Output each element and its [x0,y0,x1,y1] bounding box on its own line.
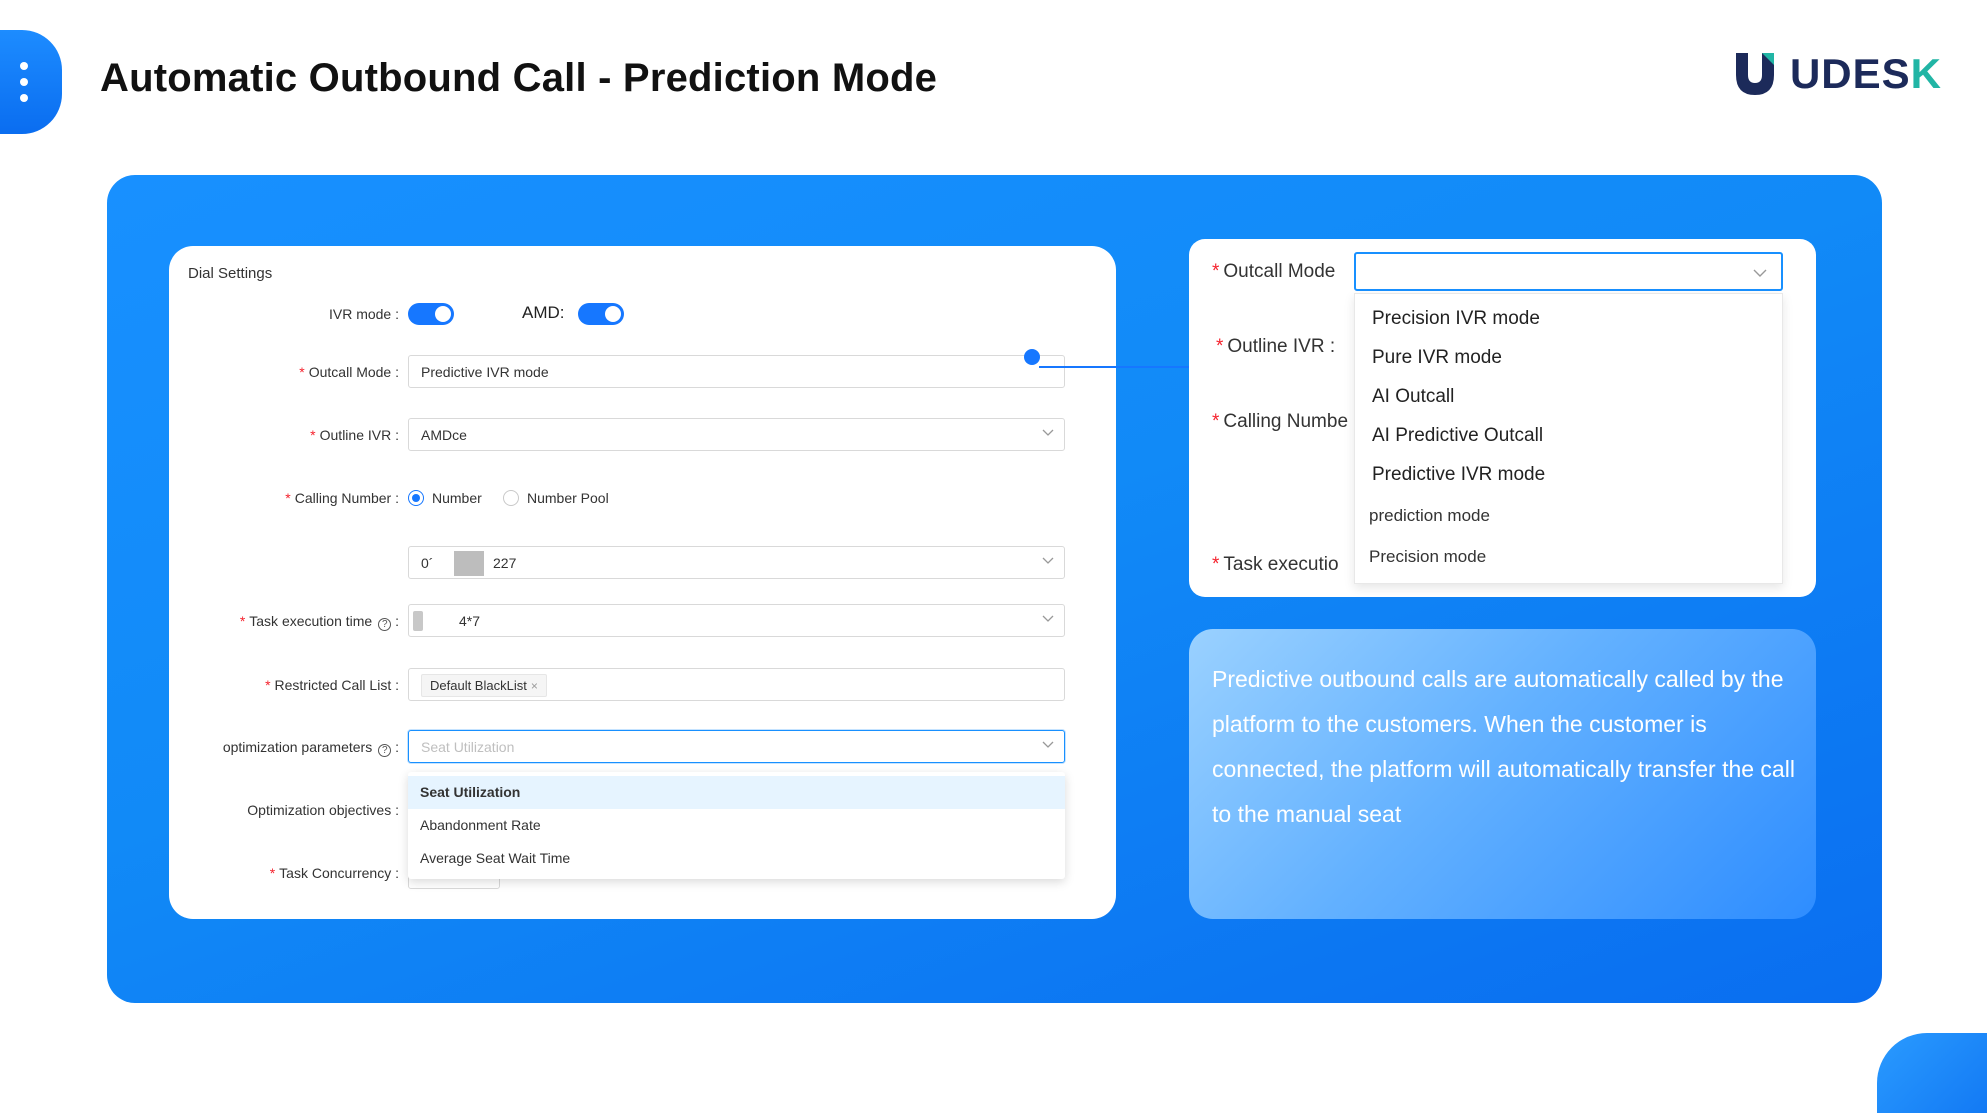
mode-option[interactable]: AI Outcall [1372,386,1454,408]
question-circle-icon[interactable]: ? [378,744,392,757]
outcall-mode-popup: * Outcall Mode * Outline IVR : * Calling Nu… [1189,239,1816,597]
dial-settings-card: Dial Settings IVR mode : AMD: * Outcall M… [169,246,1116,919]
udesk-logo-icon [1735,53,1774,95]
radio-number-label: Number [432,490,482,506]
number-suffix: 227 [493,555,517,571]
toggle-row: IVR mode : AMD: [169,297,1116,331]
vertical-dots-icon [20,62,28,102]
mode-option[interactable]: AI Predictive Outcall [1372,425,1543,447]
calling-number-row: * Calling Number : Number Number Pool [169,481,1116,515]
ivr-mode-toggle[interactable] [408,303,454,325]
mode-option[interactable]: Predictive IVR mode [1372,464,1545,486]
concurrency-label: * Task Concurrency : [269,865,399,881]
radio-number-pool-label: Number Pool [527,490,609,506]
chevron-down-icon [1753,269,1767,277]
ivr-mode-label: IVR mode : [328,306,399,322]
opt-objectives-label: Optimization objectives : [247,802,399,818]
outcall-mode-row: * Outcall Mode : Predictive IVR mode [169,355,1116,389]
outline-ivr-label: * Outline IVR : [310,427,399,443]
popup-outline-ivr-label: * Outline IVR : [1216,336,1336,357]
task-time-select[interactable]: 4*7 [408,604,1065,637]
opt-params-select[interactable]: Seat Utilization [408,730,1065,763]
callout-connector-line [1039,366,1189,368]
opt-params-dropdown: Seat Utilization Abandonment Rate Averag… [408,772,1065,879]
opt-params-label: optimization parameters? : [222,739,399,757]
logo-wordmark: UDESK [1789,50,1942,97]
outline-ivr-select[interactable]: AMDce [408,418,1065,451]
callout-anchor-dot [1024,349,1040,365]
mode-option[interactable]: Pure IVR mode [1372,347,1502,369]
dropdown-option[interactable]: Abandonment Rate [408,809,1065,842]
chevron-down-icon [1042,615,1054,622]
opt-params-placeholder: Seat Utilization [421,739,515,755]
radio-number[interactable] [408,490,424,506]
redacted-block [413,611,423,631]
content-panel: Dial Settings IVR mode : AMD: * Outcall M… [107,175,1882,1003]
corner-decoration [1877,1033,1987,1113]
task-time-row: * Task execution time? : 4*7 [169,604,1116,638]
outline-ivr-value: AMDce [421,427,467,443]
chevron-down-icon [1042,557,1054,564]
chevron-down-icon [1042,741,1054,748]
opt-params-row: optimization parameters? : Seat Utilizat… [169,730,1116,764]
side-menu-tab[interactable] [0,30,62,134]
amd-toggle[interactable] [578,303,624,325]
outcall-mode-label: * Outcall Mode : [299,364,399,380]
task-time-label: * Task execution time? : [239,613,399,631]
udesk-logo: UDESK [1734,50,1942,98]
redacted-block [454,551,484,576]
restricted-list-label: * Restricted Call List : [265,677,399,693]
popup-outcall-mode-label: * Outcall Mode [1212,261,1336,282]
amd-label: AMD: [522,303,565,322]
question-circle-icon[interactable]: ? [378,618,392,631]
blacklist-tag: Default BlackList × [421,674,547,697]
slide: Automatic Outbound Call - Prediction Mod… [0,0,1987,1113]
calling-number-label: * Calling Number : [285,490,399,506]
page-title: Automatic Outbound Call - Prediction Mod… [100,56,938,100]
task-time-value: 4*7 [459,613,481,629]
chevron-down-icon [1042,429,1054,436]
description-text: Predictive outbound calls are automatica… [1212,666,1795,827]
mode-option[interactable]: prediction mode [1369,506,1490,526]
outcall-mode-options: Precision IVR mode Pure IVR mode AI Outc… [1354,293,1783,584]
popup-calling-number-label: * Calling Numbe [1212,411,1349,432]
radio-number-pool[interactable] [503,490,519,506]
card-title: Dial Settings [188,265,273,282]
popup-outcall-mode-select[interactable] [1354,252,1783,291]
close-icon[interactable]: × [531,679,538,693]
number-select[interactable]: 0´ 227 [408,546,1065,579]
mode-option[interactable]: Precision mode [1369,547,1486,567]
outcall-mode-value: Predictive IVR mode [421,364,549,380]
number-prefix: 0´ [421,555,434,571]
popup-task-label: * Task executio [1212,554,1339,575]
outline-ivr-row: * Outline IVR : AMDce [169,418,1116,452]
mode-option[interactable]: Precision IVR mode [1372,308,1540,330]
description-card: Predictive outbound calls are automatica… [1189,629,1816,919]
restricted-list-row: * Restricted Call List : Default BlackLis… [169,668,1116,702]
number-select-row: 0´ 227 [169,546,1116,580]
restricted-list-input[interactable]: Default BlackList × [408,668,1065,701]
dropdown-option[interactable]: Seat Utilization [408,776,1065,809]
dropdown-option[interactable]: Average Seat Wait Time [408,842,1065,875]
outcall-mode-select[interactable]: Predictive IVR mode [408,355,1065,388]
